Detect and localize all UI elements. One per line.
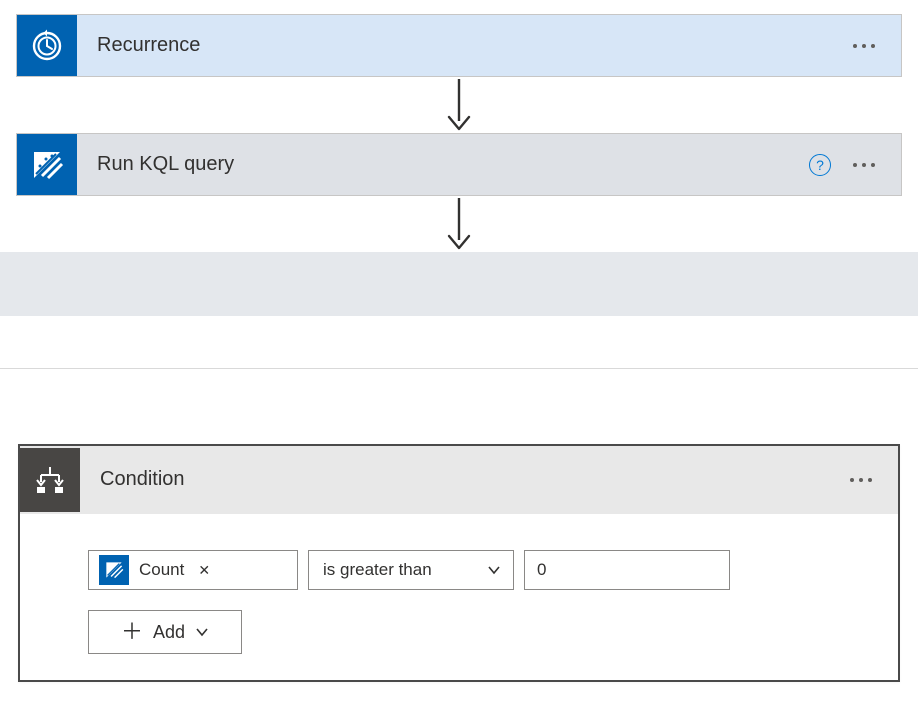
recurrence-title: Recurrence [97,34,853,57]
operator-label: is greater than [323,560,432,580]
step-run-kql-query[interactable]: Run KQL query ? [16,133,902,196]
recurrence-icon [17,15,77,76]
designer-canvas: Recurrence Run KQL query [0,14,918,682]
kql-help-button[interactable]: ? [809,154,831,176]
condition-body: Count ✕ is greater than ＋ Add [20,514,898,680]
connector-arrow-2 [0,196,918,252]
step-recurrence[interactable]: Recurrence [16,14,902,77]
kql-more-button[interactable] [853,153,875,177]
token-label: Count [139,560,184,580]
chevron-down-icon [195,625,209,639]
condition-more-button[interactable] [850,468,872,492]
connector-arrow-1 [0,77,918,133]
empty-band [0,252,918,316]
condition-panel: Condition [18,444,900,682]
condition-icon [20,448,80,512]
condition-header[interactable]: Condition [20,446,898,514]
token-remove-button[interactable]: ✕ [198,562,210,579]
kql-icon [17,134,77,195]
condition-left-operand[interactable]: Count ✕ [88,550,298,590]
kql-title: Run KQL query [97,153,809,176]
token-kql-icon [99,555,129,585]
add-button-label: Add [153,622,185,643]
condition-row: Count ✕ is greater than [88,550,868,590]
condition-operator-select[interactable]: is greater than [308,550,514,590]
dynamic-content-token[interactable]: Count ✕ [99,555,210,585]
condition-title: Condition [100,468,850,491]
condition-value-input[interactable] [524,550,730,590]
condition-add-button[interactable]: ＋ Add [88,610,242,654]
chevron-down-icon [487,563,501,577]
recurrence-more-button[interactable] [853,34,875,58]
